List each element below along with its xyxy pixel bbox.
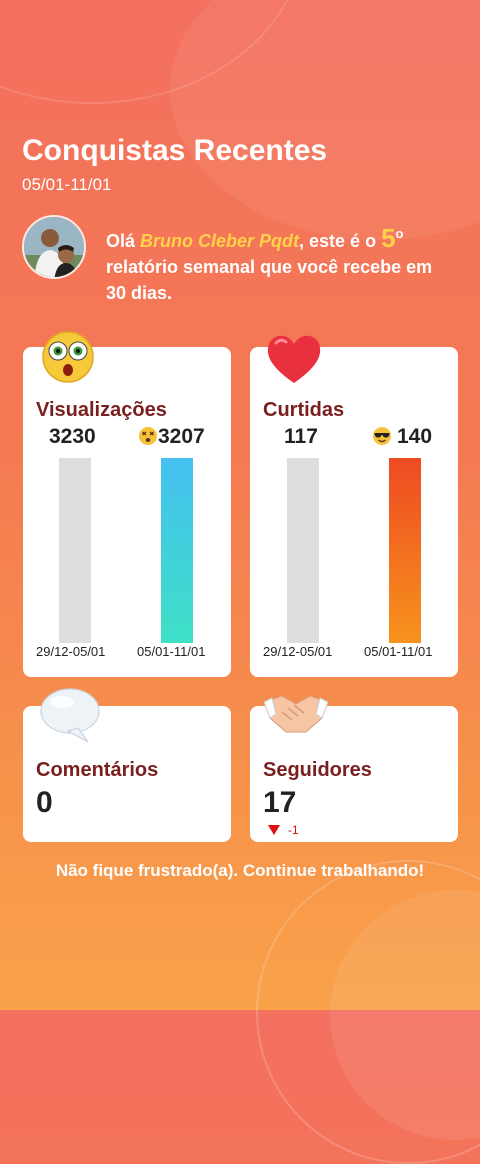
views-previous-period: 29/12-05/01 [36,644,106,659]
shocked-face-icon [42,331,94,383]
page-title: Conquistas Recentes [22,134,328,167]
likes-current-period: 05/01-11/01 [364,644,433,659]
heart-icon [267,335,321,383]
dizzy-face-icon [139,427,157,445]
down-triangle-icon [268,825,280,835]
comments-title: Comentários [36,759,159,781]
views-current-value: 3207 [158,425,205,448]
greeting-message: Olá Bruno Cleber Pqdt, este é o 5o relat… [106,223,433,303]
likes-previous-period: 29/12-05/01 [263,644,333,659]
followers-value: 17 [263,786,297,819]
comments-value: 0 [36,786,53,819]
likes-title: Curtidas [263,399,345,421]
speech-bubble-icon [40,688,100,743]
motivational-message: Não fique frustrado(a). Continue trabalh… [55,861,425,880]
user-name: Bruno Cleber Pqdt [140,231,300,251]
followers-change: -1 [268,823,299,837]
views-current-period: 05/01-11/01 [137,644,206,659]
views-current-bar [161,458,193,643]
likes-current-value: 140 [397,425,433,448]
avatar [22,215,86,279]
views-previous-value: 3230 [49,425,96,448]
likes-previous-value: 117 [284,425,318,448]
likes-current-bar [389,458,421,643]
likes-card: Curtidas 117 140 29/12-05/01 05/01-11/01 [250,347,458,677]
report-number: 5 [381,223,396,253]
followers-title: Seguidores [263,759,372,781]
sunglasses-face-icon [373,427,391,445]
handshake-icon [263,695,329,733]
views-card: Visualizações 3230 3207 29/12-05/01 05/0… [23,347,231,677]
date-range: 05/01-11/01 [22,175,112,194]
views-title: Visualizações [36,399,167,421]
likes-previous-bar [287,458,319,643]
views-previous-bar [59,458,91,643]
